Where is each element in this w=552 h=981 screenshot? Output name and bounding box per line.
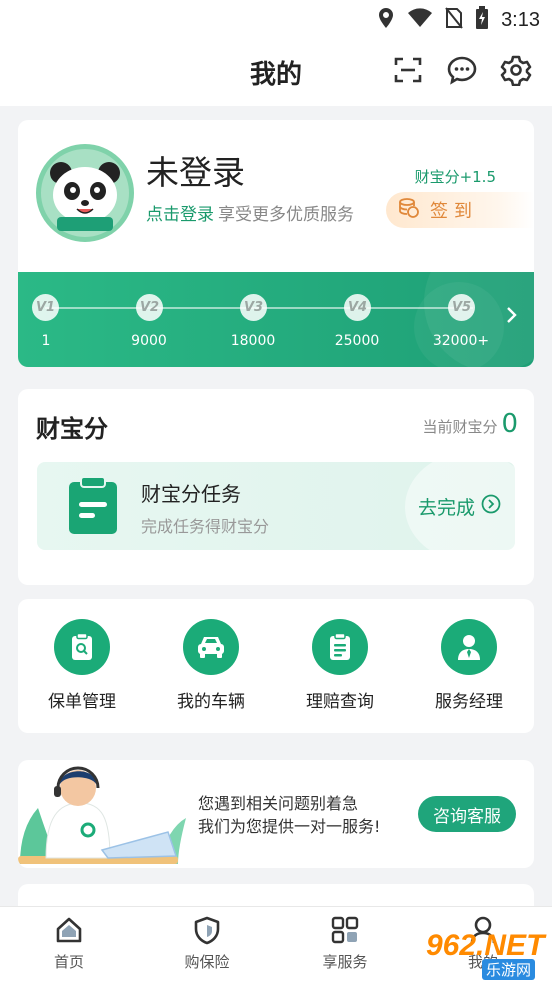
manager-icon [441, 619, 497, 675]
task-clipboard-icon [67, 476, 119, 536]
task-go-label: 去完成 [417, 497, 475, 519]
clipboard-icon [312, 619, 368, 675]
grid-icon [330, 915, 360, 945]
task-subtitle: 完成任务得财宝分 [141, 517, 270, 536]
level-badge: V4 [344, 294, 371, 321]
nav-services[interactable]: 享服务 [300, 915, 390, 972]
profile-card: 未登录 点击登录 享受更多优质服务 财宝分+1.5 签到 V1 V2 V3 V4 … [18, 120, 534, 367]
service-label: 我的车辆 [177, 692, 245, 712]
wifi-icon [407, 8, 433, 32]
service-policy-management[interactable]: 保单管理 [27, 619, 137, 712]
policy-search-icon [54, 619, 110, 675]
points-title: 财宝分 [36, 415, 108, 443]
home-icon [54, 915, 84, 945]
scan-icon[interactable] [392, 54, 424, 86]
battery-icon [475, 6, 489, 34]
task-title: 财宝分任务 [141, 482, 241, 506]
car-icon [183, 619, 239, 675]
consult-line-1: 您遇到相关问题别着急 [198, 794, 359, 813]
avatar[interactable] [36, 144, 134, 242]
service-label: 保单管理 [48, 692, 116, 712]
level-value: 1 [41, 333, 51, 349]
services-card: 保单管理 我的车辆 理赔查询 服务经理 [18, 599, 534, 733]
level-badge: V3 [240, 294, 267, 321]
level-badge: V2 [136, 294, 163, 321]
watermark-sub: 乐游网 [482, 959, 536, 980]
task-go-button[interactable]: 去完成 [418, 493, 501, 520]
score-plus-label: 财宝分+1.5 [414, 168, 496, 186]
level-badge: V5 [448, 294, 475, 321]
nav-label: 购保险 [184, 953, 230, 971]
level-value: 25000 [334, 333, 380, 349]
level-value: 9000 [131, 333, 167, 349]
shield-icon [192, 915, 222, 945]
points-current: 当前财宝分 0 [422, 409, 518, 439]
consult-button[interactable]: 咨询客服 [418, 796, 516, 832]
circle-chevron-right-icon [481, 494, 501, 519]
service-claims-query[interactable]: 理赔查询 [285, 619, 395, 712]
login-link[interactable]: 点击登录 [146, 205, 214, 225]
level-value: 32000+ [432, 333, 490, 349]
bottom-nav: 首页 购保险 享服务 我的 962.NET 乐游网 [0, 906, 552, 981]
nav-home[interactable]: 首页 [24, 915, 114, 972]
customer-service-illustration [18, 760, 190, 868]
status-time: 3:13 [501, 8, 540, 31]
consult-line-2: 我们为您提供一对一服务! [198, 817, 381, 836]
chevron-right-icon[interactable] [506, 306, 518, 324]
settings-gear-icon[interactable] [500, 54, 532, 87]
level-badge: V1 [32, 294, 59, 321]
login-row: 点击登录 享受更多优质服务 [146, 200, 354, 225]
points-card: 财宝分 当前财宝分 0 财宝分任务 完成任务得财宝分 去完成 [18, 389, 534, 585]
consult-text: 您遇到相关问题别着急 我们为您提供一对一服务! [198, 792, 380, 838]
status-bar: 3:13 [0, 0, 552, 40]
service-manager[interactable]: 服务经理 [414, 619, 524, 712]
level-track[interactable]: V1 V2 V3 V4 V5 1 9000 18000 25000 32000+ [18, 272, 534, 367]
watermark-text: 962.NET [426, 929, 545, 962]
signin-button[interactable]: 签到 [386, 192, 534, 228]
nav-label: 首页 [53, 953, 84, 971]
points-task-banner[interactable]: 财宝分任务 完成任务得财宝分 去完成 [37, 462, 515, 550]
nav-label: 享服务 [322, 953, 368, 971]
service-label: 服务经理 [435, 692, 503, 712]
watermark: 962.NET 乐游网 [406, 911, 546, 980]
coins-icon [398, 197, 420, 223]
points-current-value: 0 [501, 409, 518, 439]
panda-avatar-icon [50, 162, 120, 231]
points-current-label: 当前财宝分 [422, 418, 498, 436]
signin-label: 签到 [430, 201, 478, 222]
location-icon [377, 7, 395, 33]
top-bar: 我的 [0, 40, 552, 106]
service-label: 理赔查询 [306, 692, 374, 712]
level-value: 18000 [230, 333, 276, 349]
nav-buy-insurance[interactable]: 购保险 [162, 915, 252, 972]
no-sim-icon [445, 7, 463, 33]
message-icon[interactable] [446, 54, 478, 86]
login-tip: 享受更多优质服务 [218, 205, 354, 225]
consult-card: 您遇到相关问题别着急 我们为您提供一对一服务! 咨询客服 [18, 760, 534, 868]
service-my-vehicle[interactable]: 我的车辆 [156, 619, 266, 712]
user-name: 未登录 [146, 153, 245, 192]
